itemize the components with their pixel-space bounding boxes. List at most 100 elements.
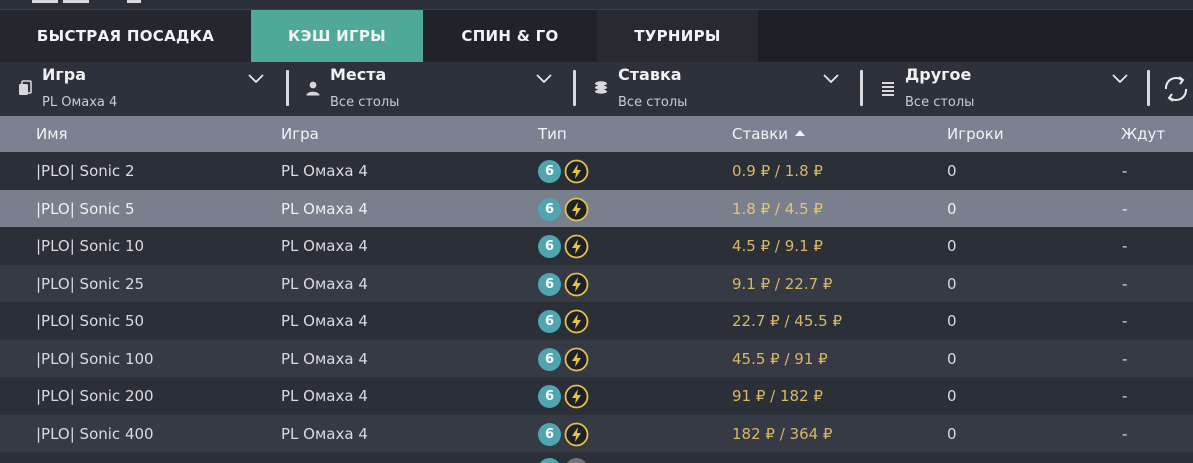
column-header-waiting[interactable]: Ждут: [1121, 125, 1165, 143]
seats-badge: 6: [538, 160, 561, 183]
row-stakes: 0.9 ₽ / 1.8 ₽: [732, 162, 823, 180]
row-game: PL Омаха 4: [281, 199, 368, 218]
lightning-icon: [564, 309, 589, 334]
filter-bar: Игра PL Омаха 4 Места Все столы Ставка В…: [0, 62, 1193, 116]
row-players: 0: [947, 387, 957, 405]
tab-cash-games[interactable]: КЭШ ИГРЫ: [251, 10, 423, 62]
refresh-icon[interactable]: [1162, 74, 1190, 104]
seats-badge: 6: [538, 347, 561, 371]
filter-game-value: PL Омаха 4: [42, 95, 118, 110]
row-players: 0: [947, 162, 957, 180]
list-icon: [882, 82, 894, 96]
chevron-down-icon: [248, 74, 264, 84]
filter-other-value: Все столы: [905, 95, 975, 110]
row-stakes: 182 ₽ / 364 ₽: [732, 424, 833, 443]
column-header-stakes-label: Ставки: [732, 125, 789, 143]
filter-game[interactable]: Игра PL Омаха 4: [0, 62, 287, 116]
table-row-partial[interactable]: [0, 452, 1193, 463]
row-waiting: -: [1122, 237, 1128, 255]
lightning-icon: [564, 234, 589, 259]
row-waiting: -: [1122, 199, 1128, 218]
row-game: PL Омаха 4: [281, 312, 368, 330]
row-name: |PLO| Sonic 5: [36, 199, 135, 218]
filter-seats-title: Места: [330, 65, 387, 84]
row-players: 0: [947, 199, 957, 218]
row-name: |PLO| Sonic 100: [36, 349, 154, 368]
chevron-down-icon: [536, 74, 552, 84]
table-row[interactable]: |PLO| Sonic 2 PL Омаха 4 6 0.9 ₽ / 1.8 ₽…: [0, 152, 1193, 190]
seats-badge: 6: [538, 235, 561, 258]
filter-separator: [1147, 70, 1150, 106]
filter-stakes-title: Ставка: [618, 65, 682, 84]
row-stakes: 1.8 ₽ / 4.5 ₽: [732, 199, 823, 218]
tab-spin-and-go[interactable]: СПИН & ГО: [423, 10, 597, 62]
column-header-game[interactable]: Игра: [281, 125, 319, 143]
tab-quick-seat[interactable]: БЫСТРАЯ ПОСАДКА: [0, 10, 251, 62]
row-game: PL Омаха 4: [281, 424, 368, 443]
filter-other-title: Другое: [905, 65, 972, 84]
tab-tournaments[interactable]: ТУРНИРЫ: [597, 10, 758, 62]
seats-badge: 6: [538, 272, 561, 296]
lightning-icon: [564, 422, 589, 446]
row-waiting: -: [1122, 387, 1128, 405]
row-waiting: -: [1122, 274, 1128, 293]
row-game: PL Омаха 4: [281, 274, 368, 293]
table-row[interactable]: |PLO| Sonic 25 PL Омаха 4 6 9.1 ₽ / 22.7…: [0, 264, 1193, 302]
top-strip: [0, 0, 1193, 10]
row-players: 0: [947, 312, 957, 330]
table-row[interactable]: |PLO| Sonic 50 PL Омаха 4 6 22.7 ₽ / 45.…: [0, 302, 1193, 340]
filter-seats[interactable]: Места Все столы: [287, 62, 575, 116]
top-strip-mark: [32, 0, 58, 3]
seats-badge: 6: [538, 310, 561, 333]
row-name: |PLO| Sonic 400: [36, 424, 154, 443]
row-waiting: -: [1122, 424, 1128, 443]
row-stakes: 91 ₽ / 182 ₽: [732, 387, 823, 405]
lightning-icon: [564, 384, 589, 409]
row-players: 0: [947, 349, 957, 368]
row-stakes: 45.5 ₽ / 91 ₽: [732, 349, 828, 368]
table-row[interactable]: |PLO| Sonic 400 PL Омаха 4 6 182 ₽ / 364…: [0, 414, 1193, 452]
lightning-icon: [564, 197, 589, 221]
table-body: |PLO| Sonic 2 PL Омаха 4 6 0.9 ₽ / 1.8 ₽…: [0, 152, 1193, 452]
table-row[interactable]: |PLO| Sonic 5 PL Омаха 4 6 1.8 ₽ / 4.5 ₽…: [0, 189, 1193, 227]
row-game: PL Омаха 4: [281, 387, 368, 405]
lightning-icon: [564, 347, 589, 371]
person-icon: [306, 81, 320, 96]
table-row[interactable]: |PLO| Sonic 100 PL Омаха 4 6 45.5 ₽ / 91…: [0, 339, 1193, 377]
row-game: PL Омаха 4: [281, 349, 368, 368]
column-header-players[interactable]: Игроки: [947, 125, 1004, 143]
chevron-down-icon: [1112, 74, 1128, 84]
filter-other[interactable]: Другое Все столы: [862, 62, 1150, 116]
seats-badge: 6: [538, 197, 561, 221]
sort-ascending-icon: [795, 130, 806, 136]
row-players: 0: [947, 424, 957, 443]
lightning-icon: [564, 159, 589, 184]
filter-game-title: Игра: [42, 65, 86, 84]
lightning-icon: [564, 272, 589, 296]
filter-seats-value: Все столы: [330, 95, 400, 110]
row-waiting: -: [1122, 349, 1128, 368]
tabs-filler: [758, 10, 1193, 62]
table-row[interactable]: |PLO| Sonic 10 PL Омаха 4 6 4.5 ₽ / 9.1 …: [0, 227, 1193, 265]
row-players: 0: [947, 274, 957, 293]
chips-icon: [595, 81, 607, 94]
row-game: PL Омаха 4: [281, 237, 368, 255]
row-waiting: -: [1122, 312, 1128, 330]
column-header-stakes[interactable]: Ставки: [732, 125, 806, 143]
filter-stakes-value: Все столы: [618, 95, 688, 110]
row-stakes: 9.1 ₽ / 22.7 ₽: [732, 274, 833, 293]
top-strip-mark: [127, 0, 141, 3]
chevron-down-icon: [823, 74, 839, 84]
table-row[interactable]: |PLO| Sonic 200 PL Омаха 4 6 91 ₽ / 182 …: [0, 377, 1193, 415]
top-strip-mark: [63, 0, 89, 3]
row-waiting: -: [1122, 162, 1128, 180]
row-stakes: 22.7 ₽ / 45.5 ₽: [732, 312, 843, 330]
column-header-type[interactable]: Тип: [538, 125, 567, 143]
seats-badge: [538, 458, 561, 463]
filter-stakes[interactable]: Ставка Все столы: [575, 62, 862, 116]
row-name: |PLO| Sonic 50: [36, 312, 145, 330]
row-name: |PLO| Sonic 25: [36, 274, 145, 293]
game-type-icon: [565, 458, 588, 463]
seats-badge: 6: [538, 422, 561, 446]
column-header-name[interactable]: Имя: [36, 125, 68, 143]
